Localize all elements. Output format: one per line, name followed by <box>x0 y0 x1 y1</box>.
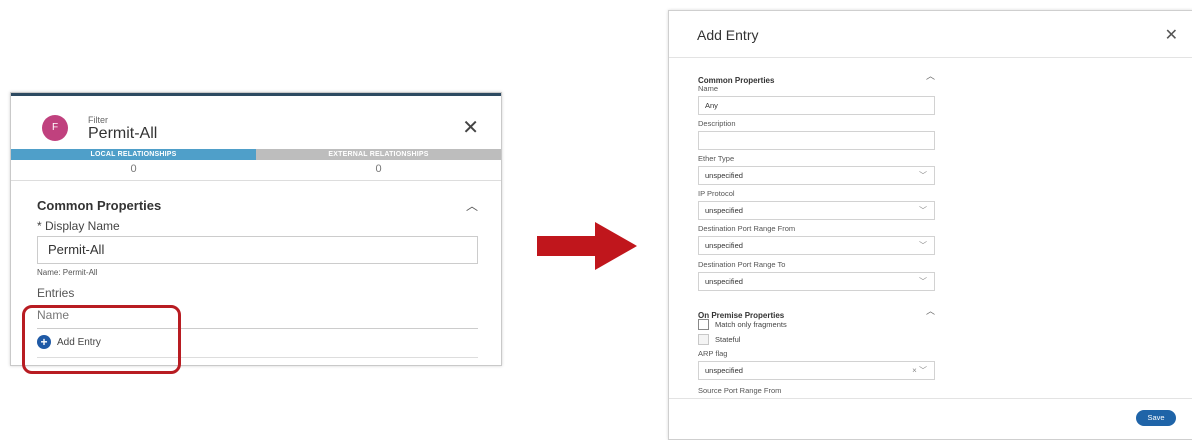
filter-title: Permit-All <box>88 125 158 142</box>
arp-flag-select[interactable]: unspecified × ﹀ <box>698 361 935 380</box>
arp-flag-value: unspecified <box>705 366 743 375</box>
ether-type-label: Ether Type <box>698 154 735 163</box>
source-port-from-label: Source Port Range From <box>698 386 782 395</box>
add-entry-modal: Add Entry ✕ Common Properties ︿ Name Any… <box>668 10 1192 440</box>
entries-label: Entries <box>37 286 75 300</box>
chevron-up-icon[interactable]: ︿ <box>466 197 478 214</box>
checkbox-box[interactable] <box>698 334 709 345</box>
destination-port-to-select[interactable]: unspecified ﹀ <box>698 272 935 291</box>
ether-type-field: Ether Type unspecified ﹀ <box>698 154 935 185</box>
tab-local-relationships[interactable]: LOCAL RELATIONSHIPS <box>11 149 256 160</box>
destination-port-to-field: Destination Port Range To unspecified ﹀ <box>698 260 935 291</box>
destination-port-from-field: Destination Port Range From unspecified … <box>698 224 935 255</box>
name-field: Name Any <box>698 84 935 115</box>
name-input[interactable]: Any <box>698 96 935 115</box>
destination-port-from-value: unspecified <box>705 241 743 250</box>
chevron-down-icon[interactable]: ﹀ <box>919 273 927 290</box>
checkbox-box[interactable] <box>698 319 709 330</box>
relationship-tabs: LOCAL RELATIONSHIPS EXTERNAL RELATIONSHI… <box>11 149 501 160</box>
relationship-counts: 0 0 <box>11 160 501 181</box>
close-icon[interactable]: ✕ <box>462 118 479 138</box>
modal-footer: Save <box>669 398 1192 439</box>
close-icon[interactable]: ✕ <box>1165 25 1178 45</box>
stateful-checkbox[interactable]: Stateful <box>698 334 740 345</box>
arp-flag-field: ARP flag unspecified × ﹀ <box>698 349 935 380</box>
modal-body: Common Properties ︿ Name Any Description… <box>669 58 1192 398</box>
ip-protocol-value: unspecified <box>705 206 743 215</box>
right-arrow-icon <box>537 222 637 270</box>
destination-port-to-label: Destination Port Range To <box>698 260 786 269</box>
description-field: Description <box>698 119 935 150</box>
chevron-up-icon[interactable]: ︿ <box>926 304 935 317</box>
chevron-down-icon[interactable]: ﹀ <box>919 237 927 254</box>
match-only-fragments-label: Match only fragments <box>715 320 787 329</box>
filter-type-label: Filter <box>88 115 108 125</box>
name-hint: Name: Permit-All <box>37 268 98 277</box>
ether-type-value: unspecified <box>705 171 743 180</box>
destination-port-from-label: Destination Port Range From <box>698 224 796 233</box>
chevron-up-icon[interactable]: ︿ <box>926 69 935 82</box>
common-properties-header[interactable]: Common Properties ︿ <box>37 197 478 215</box>
save-button[interactable]: Save <box>1136 410 1176 426</box>
destination-port-from-select[interactable]: unspecified ﹀ <box>698 236 935 255</box>
display-name-input[interactable]: Permit-All <box>37 236 478 264</box>
ether-type-select[interactable]: unspecified ﹀ <box>698 166 935 185</box>
name-label: Name <box>698 84 719 93</box>
filter-header: F Filter Permit-All ✕ <box>11 96 501 144</box>
ip-protocol-select[interactable]: unspecified ﹀ <box>698 201 935 220</box>
highlight-box <box>22 305 181 374</box>
modal-title: Add Entry <box>697 27 759 43</box>
description-input[interactable] <box>698 131 935 150</box>
modal-header: Add Entry ✕ <box>669 11 1192 58</box>
source-port-from-field: Source Port Range From unspecified ﹀ <box>698 386 935 398</box>
destination-port-to-value: unspecified <box>705 277 743 286</box>
ip-protocol-label: IP Protocol <box>698 189 735 198</box>
section-title: Common Properties <box>37 198 162 213</box>
tab-external-relationships[interactable]: EXTERNAL RELATIONSHIPS <box>256 149 501 160</box>
stateful-label: Stateful <box>715 335 741 344</box>
filter-avatar: F <box>42 115 68 141</box>
match-only-fragments-checkbox[interactable]: Match only fragments <box>698 319 787 330</box>
description-label: Description <box>698 119 736 128</box>
local-relationships-count: 0 <box>130 163 137 175</box>
ip-protocol-field: IP Protocol unspecified ﹀ <box>698 189 935 220</box>
chevron-down-icon[interactable]: ﹀ <box>919 167 927 184</box>
arp-flag-label: ARP flag <box>698 349 728 358</box>
display-name-label: * Display Name <box>37 219 120 233</box>
chevron-down-icon[interactable]: ﹀ <box>919 202 927 219</box>
external-relationships-count: 0 <box>375 163 382 175</box>
clear-and-chevron-icons[interactable]: × ﹀ <box>912 362 927 379</box>
